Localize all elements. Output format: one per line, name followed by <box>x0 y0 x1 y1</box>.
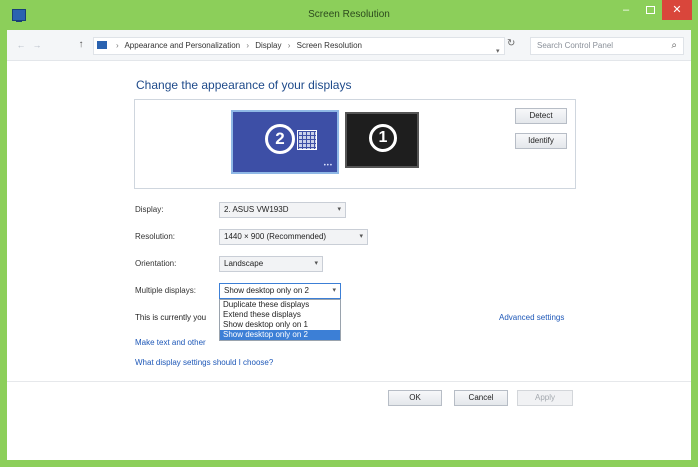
breadcrumb-item-screen-resolution[interactable]: Screen Resolution <box>297 41 362 50</box>
chevron-down-icon: ▾ <box>359 233 363 240</box>
breadcrumb-separator: › <box>287 41 291 50</box>
monitor-number: 2 <box>265 124 295 154</box>
orientation-label: Orientation: <box>135 259 177 268</box>
multiple-displays-value: Show desktop only on 2 <box>224 286 309 295</box>
client-area: ← → ↑ › Appearance and Personalization ›… <box>7 30 691 460</box>
maximize-icon <box>645 6 655 15</box>
orientation-select[interactable]: Landscape ▾ <box>219 256 323 272</box>
resolution-select[interactable]: 1440 × 900 (Recommended) ▾ <box>219 229 368 245</box>
dropdown-option-extend[interactable]: Extend these displays <box>220 310 340 320</box>
apply-button[interactable]: Apply <box>517 390 573 406</box>
page-title: Change the appearance of your displays <box>136 78 352 92</box>
breadcrumb: › Appearance and Personalization › Displ… <box>112 41 362 50</box>
search-input[interactable]: Search Control Panel ⌕ <box>530 37 684 55</box>
grid-icon <box>297 130 317 150</box>
multiple-displays-dropdown: Duplicate these displays Extend these di… <box>219 299 341 341</box>
chevron-down-icon: ▾ <box>314 260 318 267</box>
address-bar: ← → ↑ › Appearance and Personalization ›… <box>7 30 691 61</box>
up-button[interactable]: ↑ <box>75 39 87 51</box>
search-placeholder: Search Control Panel <box>537 41 614 50</box>
resolution-label: Resolution: <box>135 232 176 241</box>
advanced-settings-link[interactable]: Advanced settings <box>499 313 564 322</box>
make-text-larger-link[interactable]: Make text and other <box>135 338 219 347</box>
refresh-button[interactable]: ↻ <box>507 38 515 49</box>
address-dropdown-icon[interactable]: ▾ <box>496 47 500 55</box>
multiple-displays-label: Multiple displays: <box>135 286 196 295</box>
chevron-down-icon: ▾ <box>337 206 341 213</box>
control-panel-icon <box>97 41 107 49</box>
ok-button[interactable]: OK <box>388 390 442 406</box>
what-display-settings-link[interactable]: What display settings should I choose? <box>135 358 273 367</box>
search-icon[interactable]: ⌕ <box>671 40 677 51</box>
maximize-button[interactable] <box>640 0 660 20</box>
status-text: This is currently you <box>135 313 207 322</box>
display-select[interactable]: 2. ASUS VW193D ▾ <box>219 202 346 218</box>
chevron-down-icon: ▾ <box>332 287 336 294</box>
monitor-number: 1 <box>369 124 397 152</box>
resolution-value: 1440 × 900 (Recommended) <box>224 232 327 241</box>
monitor-1[interactable]: 1 <box>345 112 419 168</box>
forward-button[interactable]: → <box>31 39 43 51</box>
display-preview: 2 ••• 1 Detect Identify <box>134 99 576 189</box>
display-label: Display: <box>135 205 164 214</box>
dropdown-option-show-only-1[interactable]: Show desktop only on 1 <box>220 320 340 330</box>
dropdown-option-show-only-2[interactable]: Show desktop only on 2 <box>220 330 340 340</box>
address-box[interactable]: › Appearance and Personalization › Displ… <box>93 37 505 55</box>
dropdown-option-duplicate[interactable]: Duplicate these displays <box>220 300 340 310</box>
orientation-value: Landscape <box>224 259 264 268</box>
cancel-button[interactable]: Cancel <box>454 390 508 406</box>
breadcrumb-separator: › <box>116 41 119 50</box>
title-bar[interactable]: Screen Resolution – ✕ <box>0 0 698 30</box>
multiple-displays-select[interactable]: Show desktop only on 2 ▾ <box>219 283 341 299</box>
window-title: Screen Resolution <box>308 9 390 20</box>
monitor-2[interactable]: 2 ••• <box>231 110 339 174</box>
identify-button[interactable]: Identify <box>515 133 567 149</box>
more-dots-icon: ••• <box>323 163 333 169</box>
breadcrumb-item-display[interactable]: Display <box>255 41 281 50</box>
back-button[interactable]: ← <box>15 39 27 51</box>
breadcrumb-separator: › <box>246 41 249 50</box>
minimize-button[interactable]: – <box>614 0 638 20</box>
display-value: 2. ASUS VW193D <box>224 205 289 214</box>
footer-divider <box>7 381 691 382</box>
detect-button[interactable]: Detect <box>515 108 567 124</box>
breadcrumb-item-appearance[interactable]: Appearance and Personalization <box>124 41 240 50</box>
window: Screen Resolution – ✕ ← → ↑ › Appearance… <box>0 0 698 467</box>
close-button[interactable]: ✕ <box>662 0 692 20</box>
